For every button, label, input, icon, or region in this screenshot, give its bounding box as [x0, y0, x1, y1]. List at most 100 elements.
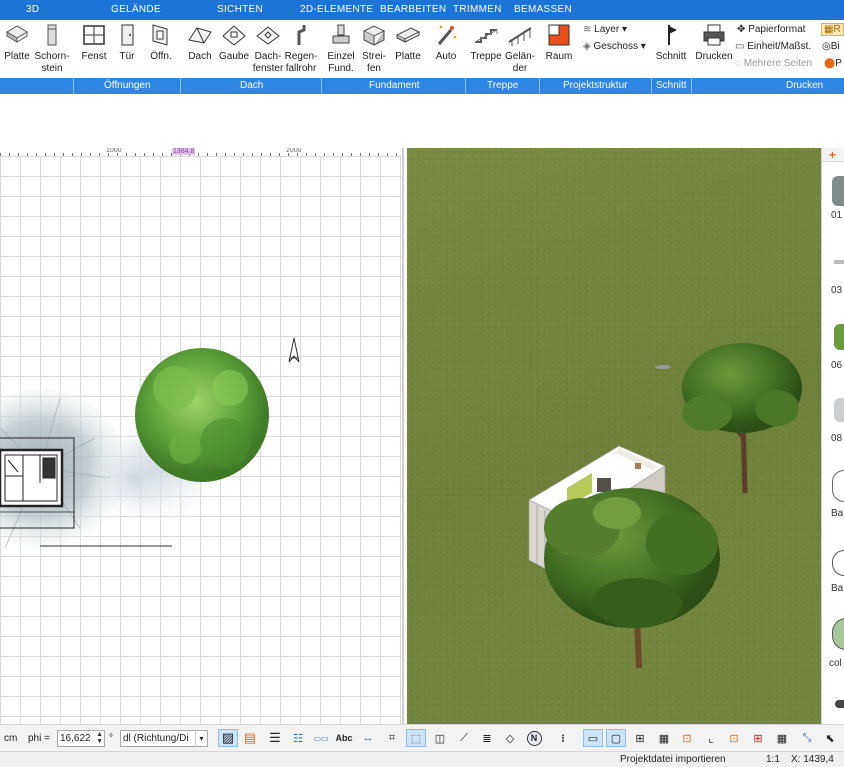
- plan-view-2d[interactable]: 1000 1384.8 2000: [0, 148, 404, 724]
- dach-button[interactable]: Dach: [185, 22, 215, 63]
- einzelfundament-button[interactable]: Einzel Fund.: [326, 22, 356, 75]
- line-style-button[interactable]: ☷: [288, 729, 308, 747]
- fill-tool-button[interactable]: ▤: [240, 729, 260, 747]
- catalog-thumb[interactable]: [832, 618, 844, 650]
- stairs-view-button[interactable]: ≣: [477, 729, 497, 747]
- streifenfundament-button[interactable]: Strei- fen: [359, 22, 389, 75]
- position-button[interactable]: ⬤P: [824, 58, 842, 69]
- fenster-button[interactable]: Fenst: [78, 22, 110, 63]
- catalog-thumb[interactable]: [834, 260, 844, 264]
- slab-view-icon: ◇: [505, 732, 515, 745]
- einheit-button[interactable]: ▭ Einheit/Maßst.: [735, 41, 811, 52]
- tab-bearbeiten[interactable]: BEARBEITEN: [380, 4, 446, 15]
- line-weight-button[interactable]: ☰: [265, 729, 285, 747]
- tab-2d-elemente[interactable]: 2D-ELEMENTE: [300, 4, 373, 15]
- measure-button[interactable]: ↔: [358, 729, 378, 747]
- phi-input[interactable]: 16,622 ▲ ▼: [57, 730, 105, 747]
- railing-icon: [508, 27, 532, 46]
- snap-1-button[interactable]: ⊡: [677, 729, 697, 747]
- grid-view-button[interactable]: ▦: [654, 729, 674, 747]
- regenfallrohr-button[interactable]: Regen- fallrohr: [284, 22, 318, 75]
- snap-corner-icon: ⌞: [708, 732, 714, 745]
- raum-button[interactable]: Raum: [544, 22, 574, 63]
- roof-view-button[interactable]: ⟋: [454, 729, 474, 747]
- snap-2-button[interactable]: ⌞: [701, 729, 721, 747]
- scene-object[interactable]: [655, 365, 671, 369]
- tab-gelaende[interactable]: GELÄNDE: [111, 4, 161, 15]
- tuer-button[interactable]: Tür: [114, 22, 140, 63]
- group-divider: [465, 78, 466, 94]
- auto-button[interactable]: Auto: [431, 22, 461, 63]
- slab-icon: [6, 25, 28, 43]
- catalog-thumb[interactable]: [832, 550, 844, 576]
- opening-icon: [152, 24, 168, 46]
- tab-trimmen[interactable]: TRIMMEN: [453, 4, 502, 15]
- layer-dropdown[interactable]: ≋ Layer ▾: [583, 24, 627, 35]
- schornstein-button[interactable]: Schorn- stein: [33, 22, 71, 75]
- platte-button[interactable]: Platte: [2, 22, 32, 63]
- snap-5-button[interactable]: ⤡: [797, 729, 817, 747]
- downpipe-icon: [297, 25, 306, 45]
- add-icon[interactable]: +: [829, 148, 836, 162]
- bild-button[interactable]: ◎Bi: [822, 41, 840, 52]
- gaube-button[interactable]: Gaube: [218, 22, 250, 63]
- frame-button[interactable]: ⌗: [382, 729, 402, 747]
- view-mode-1-button[interactable]: ▭: [583, 729, 603, 747]
- dachfenster-button[interactable]: Dach- fenster: [251, 22, 285, 75]
- roof-view-icon: ⟋: [460, 731, 468, 744]
- text-tool-button[interactable]: Abc: [334, 729, 354, 747]
- view-select-button[interactable]: ◫: [430, 729, 450, 747]
- dashed-lines-icon: ☷: [293, 732, 303, 745]
- catalog-thumb[interactable]: [832, 470, 844, 502]
- snap-4-button[interactable]: ⊞: [748, 729, 768, 747]
- bottom-toolbar: cm phi = 16,622 ▲ ▼ ° dl (Richtung/Di ▾ ▨…: [0, 724, 844, 751]
- raster-button[interactable]: ▦: [772, 729, 792, 747]
- gelaender-button[interactable]: Gelän- der: [504, 22, 536, 75]
- papierformat-button[interactable]: ✥ Papierformat: [737, 24, 805, 35]
- group-projektstruktur: Projektstruktur: [563, 80, 628, 91]
- dimension-style-button[interactable]: ▭▭: [311, 729, 331, 747]
- magic-wand-icon: [437, 25, 457, 45]
- view-mode-2-button[interactable]: ▢: [606, 729, 626, 747]
- measure-icon: ↔: [362, 732, 374, 744]
- snap-mid-icon: ⊞: [753, 732, 763, 745]
- catalog-thumb[interactable]: [835, 700, 844, 708]
- plan-tree-green[interactable]: [135, 348, 269, 482]
- catalog-thumb-tree[interactable]: [832, 176, 844, 206]
- spinner-icon[interactable]: ▲ ▼: [96, 731, 103, 745]
- split-view-button[interactable]: ⊞: [630, 729, 650, 747]
- scene-tree-far[interactable]: [682, 343, 802, 494]
- schnitt-button[interactable]: Schnitt: [654, 22, 688, 63]
- mehrere-seiten-button[interactable]: ◌ Mehrere Seiten: [735, 58, 812, 69]
- catalog-thumb[interactable]: [834, 324, 844, 350]
- fundament-platte-button[interactable]: Platte: [392, 22, 424, 63]
- oeffnung-button[interactable]: Öffn.: [145, 22, 177, 63]
- treppe-button[interactable]: Treppe: [470, 22, 502, 63]
- snap-arrow-icon: ⤡: [802, 731, 812, 744]
- ribbon-tab-strip: 3D GELÄNDE SICHTEN 2D-ELEMENTE BEARBEITE…: [0, 0, 844, 20]
- view-3d[interactable]: [407, 148, 821, 724]
- group-divider: [180, 78, 181, 94]
- geschoss-dropdown[interactable]: ◈ Geschoss ▾: [583, 41, 646, 52]
- location-pin-icon: ⬤: [824, 58, 836, 69]
- view-frame-button[interactable]: ⬚: [406, 729, 426, 747]
- cursor-button[interactable]: ⬉: [820, 729, 840, 747]
- tab-bemassen[interactable]: BEMASSEN: [514, 4, 572, 15]
- info-button[interactable]: ⁝: [553, 729, 573, 747]
- tab-sichten[interactable]: SICHTEN: [217, 4, 263, 15]
- raster-button[interactable]: ▦R: [821, 23, 844, 36]
- north-arrow-icon[interactable]: [288, 337, 300, 363]
- snap-point-icon: ⊡: [682, 732, 692, 745]
- group-divider: [651, 78, 652, 94]
- grid-view-icon: ▦: [658, 732, 670, 745]
- catalog-thumb[interactable]: [834, 398, 844, 422]
- direction-select[interactable]: dl (Richtung/Di ▾: [120, 730, 208, 747]
- north-button[interactable]: N: [524, 729, 544, 747]
- scene-tree-front[interactable]: [544, 488, 720, 669]
- slab-view-button[interactable]: ◇: [500, 729, 520, 747]
- hatch-tool-button[interactable]: ▨: [218, 729, 238, 747]
- snap-3-button[interactable]: ⊡: [724, 729, 744, 747]
- tab-3d[interactable]: 3D: [26, 4, 39, 15]
- drucken-button[interactable]: Drucken: [694, 22, 734, 63]
- window-icon: [83, 25, 105, 45]
